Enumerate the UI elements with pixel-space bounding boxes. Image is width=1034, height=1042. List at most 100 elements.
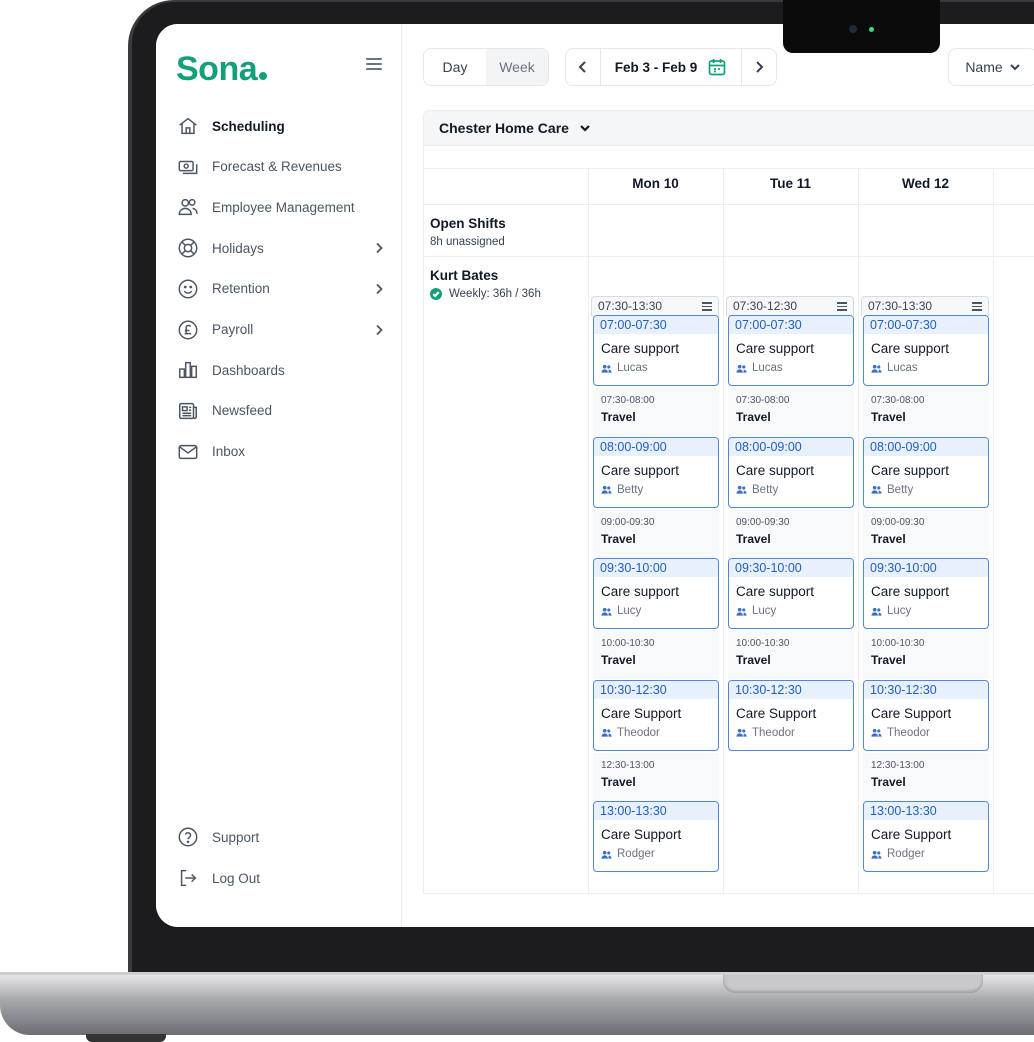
menu-icon[interactable]: [702, 302, 712, 313]
travel-block[interactable]: 09:00-09:30 Travel: [728, 509, 854, 558]
shift-client: Betty: [864, 484, 988, 496]
shift-client: Lucas: [729, 362, 853, 374]
shift-card[interactable]: 08:00-09:00 Care support Betty: [728, 436, 854, 508]
location-selector[interactable]: Chester Home Care: [423, 110, 1034, 146]
view-switcher: Day Week: [423, 48, 549, 86]
shift-card[interactable]: 10:30-12:30 Care Support Theodor: [593, 679, 719, 751]
chevron-left-icon: [578, 61, 586, 73]
menu-toggle-icon[interactable]: [366, 58, 382, 70]
app-screen: Sona Scheduling Forecast & Revenues Employ…: [156, 24, 1034, 927]
shift-title: Care support: [601, 584, 680, 599]
travel-time: 12:30-13:00: [601, 759, 655, 771]
shift-card[interactable]: 13:00-13:30 Care Support Rodger: [593, 801, 719, 872]
people-icon: [736, 728, 747, 737]
travel-label: Travel: [736, 531, 771, 546]
travel-block[interactable]: 07:30-08:00 Travel: [728, 388, 854, 436]
shift-range-header: 07:30-13:30: [591, 296, 719, 316]
laptop-mockup: Sona Scheduling Forecast & Revenues Employ…: [0, 0, 1034, 1042]
shift-card[interactable]: 13:00-13:30 Care Support Rodger: [863, 801, 989, 872]
client-name: Theodor: [887, 726, 930, 739]
chevron-right-icon: [372, 323, 386, 337]
sidebar-item-label: Retention: [212, 281, 270, 297]
shift-client: Rodger: [864, 848, 988, 860]
shift-title: Care Support: [871, 705, 952, 721]
view-day-button[interactable]: Day: [424, 49, 486, 85]
view-week-button[interactable]: Week: [486, 49, 548, 85]
sidebar-item-support[interactable]: Support: [176, 822, 386, 852]
shift-range-header: 07:30-12:30: [726, 296, 854, 316]
date-range-display[interactable]: Feb 3 - Feb 9: [600, 49, 742, 85]
sidebar-item-payroll[interactable]: Payroll: [176, 315, 386, 345]
camera-notch: [783, 0, 940, 53]
sona-logo[interactable]: Sona: [176, 50, 268, 89]
shift-client: Betty: [729, 484, 853, 496]
people-icon: [601, 485, 612, 494]
sidebar-item-label: Employee Management: [212, 199, 355, 215]
travel-time: 09:00-09:30: [736, 516, 790, 528]
shift-client: Theodor: [729, 727, 853, 739]
shift-title: Care support: [871, 341, 950, 356]
chevron-right-icon: [372, 282, 386, 296]
shift-time: 13:00-13:30: [864, 802, 988, 820]
day-header: Tue 11: [769, 176, 812, 191]
sidebar-item-inbox[interactable]: Inbox: [176, 437, 386, 467]
menu-icon[interactable]: [837, 302, 847, 313]
travel-block[interactable]: 12:30-13:00 Travel: [593, 752, 719, 801]
client-name: Betty: [752, 483, 779, 496]
scheduling-main: Day Week Feb 3 - Feb 9 Name Chester Home…: [403, 24, 1034, 927]
shift-client: Lucy: [594, 605, 718, 617]
sidebar-item-retention[interactable]: Retention: [176, 274, 386, 304]
sidebar-item-employee-management[interactable]: Employee Management: [176, 192, 386, 222]
date-range-picker: Feb 3 - Feb 9: [565, 48, 777, 86]
client-name: Lucas: [887, 362, 918, 374]
sidebar-item-newsfeed[interactable]: Newsfeed: [176, 396, 386, 426]
date-range-text: Feb 3 - Feb 9: [614, 59, 698, 75]
camera-led: [869, 27, 874, 32]
shift-title: Care support: [736, 584, 815, 599]
prev-week-button[interactable]: [566, 49, 600, 85]
shift-card[interactable]: 09:30-10:00 Care support Lucy: [593, 558, 719, 629]
people-icon: [736, 607, 747, 616]
travel-block[interactable]: 10:00-10:30 Travel: [593, 631, 719, 679]
shift-card[interactable]: 08:00-09:00 Care support Betty: [593, 436, 719, 508]
shift-card[interactable]: 08:00-09:00 Care support Betty: [863, 436, 989, 508]
chevron-right-icon: [372, 241, 386, 255]
travel-block[interactable]: 12:30-13:00 Travel: [863, 752, 989, 801]
shift-card[interactable]: 07:00-07:30 Care support Lucas: [593, 315, 719, 386]
travel-block[interactable]: 07:30-08:00 Travel: [863, 388, 989, 436]
sidebar-item-label: Forecast & Revenues: [212, 159, 342, 175]
people-icon: [601, 728, 612, 737]
chevron-right-icon: [756, 61, 764, 73]
sidebar-item-scheduling[interactable]: Scheduling: [176, 111, 386, 141]
sidebar-item-holidays[interactable]: Holidays: [176, 233, 386, 263]
travel-label: Travel: [871, 531, 906, 546]
shift-card[interactable]: 09:30-10:00 Care support Lucy: [728, 558, 854, 629]
sort-dropdown[interactable]: Name: [948, 48, 1034, 86]
travel-block[interactable]: 09:00-09:30 Travel: [863, 509, 989, 558]
sidebar-item-label: Holidays: [212, 240, 264, 256]
travel-label: Travel: [871, 774, 906, 789]
shift-card[interactable]: 10:30-12:30 Care Support Theodor: [728, 679, 854, 751]
shift-time: 08:00-09:00: [729, 437, 853, 456]
shift-card[interactable]: 10:30-12:30 Care Support Theodor: [863, 679, 989, 751]
shift-card[interactable]: 07:00-07:30 Care support Lucas: [863, 315, 989, 386]
people-icon: [871, 364, 882, 373]
shift-title: Care support: [601, 462, 680, 478]
location-name: Chester Home Care: [439, 120, 569, 136]
shift-card[interactable]: 07:00-07:30 Care support Lucas: [728, 315, 854, 386]
newspaper-icon: [176, 399, 200, 423]
sidebar-item-dashboards[interactable]: Dashboards: [176, 355, 386, 385]
employee-name[interactable]: Kurt Bates: [430, 268, 498, 283]
menu-icon[interactable]: [972, 302, 982, 313]
sidebar-item-logout[interactable]: Log Out: [176, 863, 386, 893]
travel-block[interactable]: 10:00-10:30 Travel: [863, 631, 989, 679]
sidebar-item-forecast-revenues[interactable]: Forecast & Revenues: [176, 152, 386, 182]
schedule-grid: Mon 10 Tue 11 Wed 12 Open Shifts 8h unas…: [423, 146, 1034, 894]
travel-block[interactable]: 09:00-09:30 Travel: [593, 509, 719, 558]
next-week-button[interactable]: [742, 49, 776, 85]
travel-block[interactable]: 10:00-10:30 Travel: [728, 631, 854, 679]
travel-time: 09:00-09:30: [871, 516, 925, 528]
shift-card[interactable]: 09:30-10:00 Care support Lucy: [863, 558, 989, 629]
travel-block[interactable]: 07:30-08:00 Travel: [593, 388, 719, 436]
client-name: Betty: [887, 483, 914, 496]
